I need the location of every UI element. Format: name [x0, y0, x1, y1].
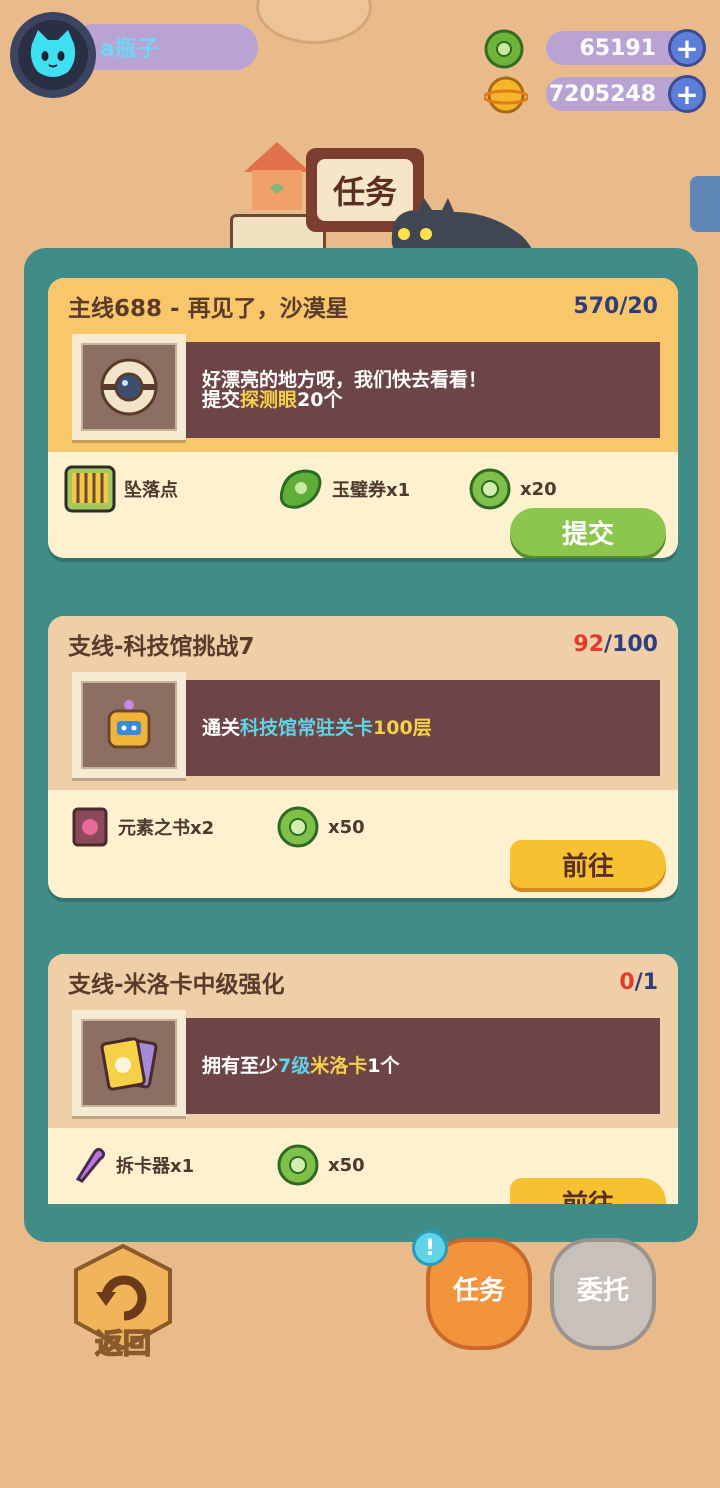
- tab-commission-label: 委托: [576, 1276, 629, 1306]
- task-card-main: 主线688 - 再见了，沙漠星 570/20 好漂亮的地方呀，我们快去看看！ 提…: [48, 278, 678, 558]
- side-drawer-tab[interactable]: [690, 176, 720, 232]
- task-description: 通关科技馆常驻关卡100层: [178, 680, 660, 776]
- reward-label: x50: [328, 1154, 365, 1176]
- desc-line: 提交探测眼20个: [202, 389, 343, 411]
- house-icon: [244, 142, 310, 210]
- task-image-frame: [72, 672, 186, 778]
- task-title: 支线-科技馆挑战7: [68, 634, 255, 660]
- cat-face-icon: [30, 30, 76, 77]
- reward-item: x50: [276, 802, 365, 852]
- card-remover-icon: [75, 1147, 106, 1183]
- task-card-side: 支线-科技馆挑战7 92/100 通关科技馆常驻关卡100层 元素之书x2 x5…: [48, 616, 678, 898]
- reward-item: 坠落点: [64, 464, 178, 514]
- task-description: 好漂亮的地方呀，我们快去看看！ 提交探测眼20个: [178, 342, 660, 438]
- task-progress: 0/1: [619, 969, 658, 995]
- task-panel[interactable]: 主线688 - 再见了，沙漠星 570/20 好漂亮的地方呀，我们快去看看！ 提…: [24, 248, 698, 1242]
- task-image-frame: [72, 334, 186, 440]
- desc-line: 通关科技馆常驻关卡100层: [202, 717, 432, 739]
- rewards-row: 坠落点 玉璧券x1 x20 提交: [48, 452, 678, 558]
- task-header: 主线688 - 再见了，沙漠星 570/20: [48, 278, 678, 334]
- tab-commission[interactable]: 委托: [550, 1238, 656, 1350]
- back-button[interactable]: 返回: [70, 1242, 176, 1361]
- reward-label: x50: [328, 816, 365, 838]
- reward-item: 元素之书x2: [70, 802, 214, 852]
- back-label: 返回: [94, 1326, 152, 1361]
- notice-badge: !: [412, 1230, 448, 1266]
- top-decoration: [256, 0, 372, 44]
- avatar-image: [18, 20, 88, 90]
- reward-item: 玉璧券x1: [276, 464, 410, 514]
- username: a瓶子: [100, 37, 159, 62]
- add-gold-button[interactable]: +: [668, 75, 706, 113]
- reward-label: 玉璧券x1: [332, 480, 411, 501]
- paw-icon: 委托: [550, 1238, 656, 1350]
- task-title: 支线-米洛卡中级强化: [68, 972, 285, 998]
- task-title: 主线688 - 再见了，沙漠星: [68, 296, 349, 322]
- desc-line: 好漂亮的地方呀，我们快去看看！: [202, 369, 488, 391]
- task-header: 支线-米洛卡中级强化 0/1: [48, 954, 678, 1010]
- jade-coin-icon: [484, 29, 524, 69]
- reward-item: x50: [276, 1140, 365, 1190]
- reward-label: 元素之书x2: [118, 818, 215, 839]
- task-image-frame: [72, 1010, 186, 1116]
- milo-card-icon: [100, 1037, 158, 1091]
- submit-button[interactable]: 提交: [510, 508, 666, 556]
- task-description: 拥有至少7级米洛卡1个: [178, 1018, 660, 1114]
- jade-coin-icon: [469, 468, 511, 510]
- rewards-row: 元素之书x2 x50 前往: [48, 790, 678, 898]
- jade-ticket-icon: [279, 469, 322, 509]
- goto-button[interactable]: 前往: [510, 1178, 666, 1204]
- goto-button[interactable]: 前往: [510, 840, 666, 888]
- task-card-side: 支线-米洛卡中级强化 0/1 拥有至少7级米洛卡1个 拆卡器x1 x50: [48, 954, 678, 1204]
- jade-coin-icon: [277, 806, 319, 848]
- reward-item: 拆卡器x1: [72, 1140, 194, 1190]
- task-progress: 570/20: [573, 293, 658, 319]
- rewards-row: 拆卡器x1 x50 前往: [48, 1128, 678, 1204]
- task-description-row: 拥有至少7级米洛卡1个: [48, 1010, 678, 1128]
- task-progress: 92/100: [573, 631, 658, 657]
- add-jade-button[interactable]: +: [668, 29, 706, 67]
- task-description-row: 通关科技馆常驻关卡100层: [48, 672, 678, 790]
- reward-item: x20: [468, 464, 557, 514]
- jade-coin-icon: [277, 1144, 319, 1186]
- reward-label: x20: [520, 478, 557, 500]
- reward-label: 坠落点: [124, 480, 178, 501]
- task-header: 支线-科技馆挑战7 92/100: [48, 616, 678, 672]
- element-book-icon: [72, 807, 108, 847]
- robot-icon: [107, 700, 151, 749]
- tab-tasks-label: 任务: [452, 1276, 505, 1306]
- jade-currency: 65191 +: [484, 28, 706, 69]
- task-description-row: 好漂亮的地方呀，我们快去看看！ 提交探测眼20个: [48, 334, 678, 452]
- avatar[interactable]: [10, 12, 96, 98]
- desc-line: 拥有至少7级米洛卡1个: [202, 1055, 400, 1077]
- username-pill[interactable]: a瓶子: [70, 24, 258, 70]
- planet-coin-icon: [482, 75, 530, 115]
- reward-label: 拆卡器x1: [116, 1156, 195, 1177]
- cage-icon: [64, 465, 116, 513]
- detector-eye-icon: [100, 358, 158, 416]
- gold-currency: 7205248 +: [482, 74, 706, 114]
- task-list[interactable]: 主线688 - 再见了，沙漠星 570/20 好漂亮的地方呀，我们快去看看！ 提…: [48, 248, 678, 1204]
